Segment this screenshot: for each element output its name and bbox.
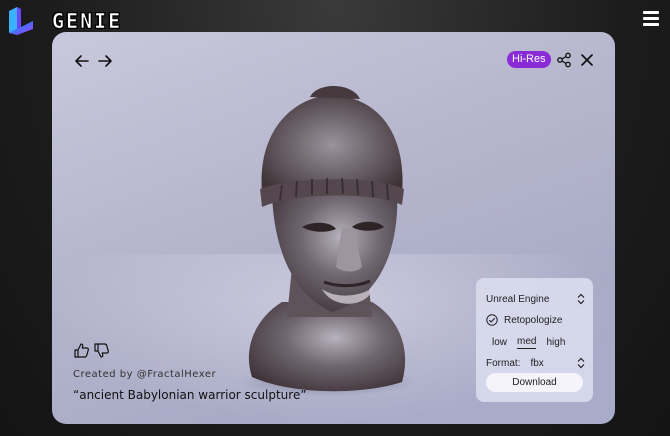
retopologize-toggle[interactable]: Retopologize [486, 312, 585, 328]
warrior-sculpture-model[interactable] [232, 77, 422, 397]
format-label: Format: [486, 357, 521, 369]
close-icon[interactable] [579, 52, 595, 68]
hi-res-badge: Hi-Res [507, 51, 551, 68]
creator-credit: Created by @FractalHexer [73, 369, 217, 380]
engine-select-value: Unreal Engine [486, 293, 550, 305]
thumbs-up-icon[interactable] [73, 342, 90, 359]
chevron-up-down-icon [577, 357, 585, 369]
export-panel: Unreal Engine Retopologize low med high … [476, 278, 593, 402]
brand-wordmark: GENIE [52, 9, 123, 34]
hamburger-menu-icon[interactable] [643, 11, 659, 26]
genie-logo-icon[interactable] [7, 5, 35, 37]
model-viewer[interactable]: Hi-Res Created by @FractalHexer “ancient… [52, 32, 615, 424]
check-circle-icon[interactable] [486, 314, 498, 326]
format-value: fbx [530, 357, 544, 369]
prompt-text: “ancient Babylonian warrior sculpture” [73, 388, 307, 402]
density-option-high[interactable]: high [546, 337, 565, 348]
arrow-right-icon[interactable] [97, 53, 113, 69]
thumbs-down-icon[interactable] [93, 342, 110, 359]
arrow-left-icon[interactable] [74, 53, 90, 69]
download-button[interactable]: Download [486, 373, 583, 392]
density-option-low[interactable]: low [492, 337, 507, 348]
density-option-med[interactable]: med [517, 336, 537, 349]
chevron-up-down-icon [577, 293, 585, 305]
share-icon[interactable] [556, 52, 572, 68]
density-selector: low med high [492, 334, 585, 350]
engine-select[interactable]: Unreal Engine [486, 291, 585, 307]
format-select[interactable]: Format: fbx [486, 355, 585, 371]
retopologize-label: Retopologize [504, 314, 563, 326]
